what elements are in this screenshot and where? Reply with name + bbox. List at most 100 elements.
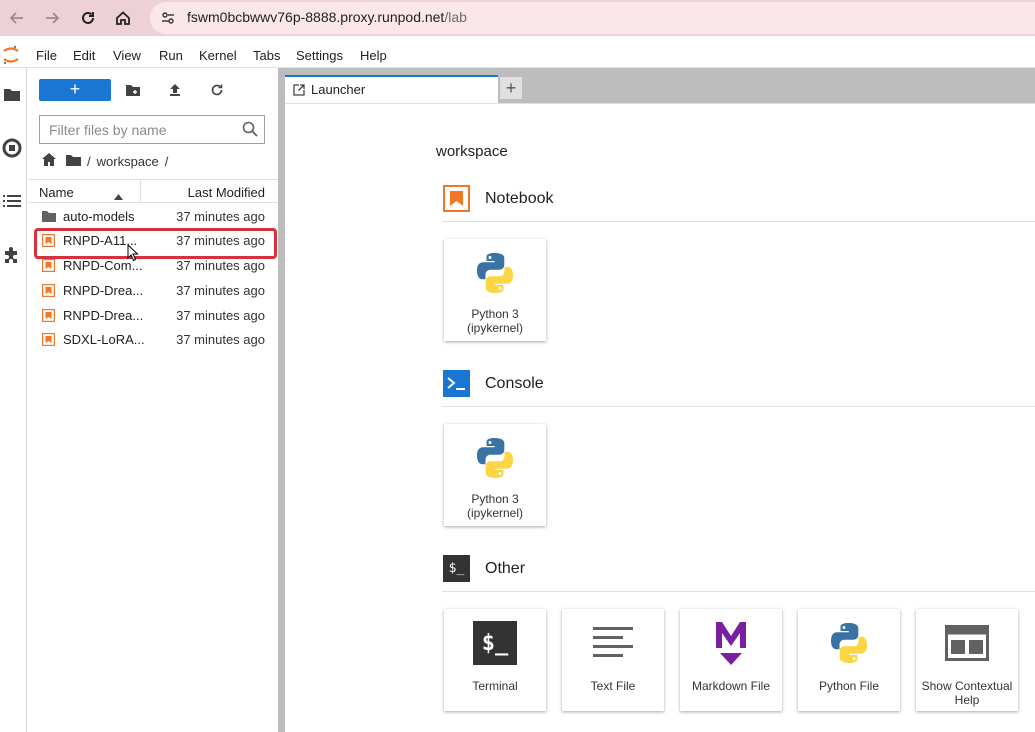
notebook-section-icon (443, 185, 470, 212)
markdown-file-card[interactable]: Markdown File (680, 609, 782, 711)
main-tab-bar: Launcher + (285, 68, 1035, 103)
terminal-section-icon: $_ (443, 555, 470, 582)
tab-launcher[interactable]: Launcher (285, 75, 498, 103)
add-tab-button[interactable]: + (500, 77, 522, 99)
markdown-icon (707, 619, 755, 667)
section-divider (442, 406, 1035, 407)
extensions-icon[interactable] (0, 243, 24, 267)
column-divider (140, 180, 141, 202)
file-row[interactable]: RNPD-Drea... 37 minutes ago (28, 278, 278, 302)
url-path: /lab (444, 9, 467, 25)
console-python3-card[interactable]: Python 3 (ipykernel) (444, 424, 546, 526)
menu-help[interactable]: Help (360, 48, 387, 63)
folder-icon (42, 210, 56, 223)
home-folder-icon[interactable] (42, 153, 56, 169)
file-row[interactable]: RNPD-Drea... 37 minutes ago (28, 303, 278, 327)
home-icon[interactable] (111, 6, 135, 30)
column-name-header[interactable]: Name (39, 185, 74, 200)
terminal-card[interactable]: $_ Terminal (444, 609, 546, 711)
file-name: SDXL-LoRA... (63, 332, 145, 347)
python-logo-icon (471, 434, 519, 482)
notebook-python3-card[interactable]: Python 3 (ipykernel) (444, 239, 546, 341)
menu-kernel[interactable]: Kernel (199, 48, 237, 63)
file-modified: 37 minutes ago (176, 332, 265, 347)
notebook-icon (41, 308, 56, 323)
jupyter-logo-icon (2, 44, 20, 71)
file-list-header: Name Last Modified (28, 179, 278, 203)
menu-tabs[interactable]: Tabs (253, 48, 280, 63)
card-label: Python 3 (471, 307, 519, 321)
file-modified: 37 minutes ago (176, 283, 265, 298)
breadcrumb-separator: / (164, 153, 169, 169)
launcher-icon (293, 83, 305, 101)
card-label: (ipykernel) (466, 321, 523, 335)
card-label: Terminal (472, 679, 518, 693)
python-file-card[interactable]: Python File (798, 609, 900, 711)
file-row[interactable]: SDXL-LoRA... 37 minutes ago (28, 327, 278, 351)
menu-bar: File Edit View Run Kernel Tabs Settings … (0, 42, 1035, 68)
file-modified: 37 minutes ago (176, 308, 265, 323)
card-label: Python 3 (471, 492, 519, 506)
running-sessions-icon[interactable] (0, 136, 24, 160)
search-icon (242, 121, 258, 142)
card-label: Markdown File (691, 679, 771, 693)
menu-settings[interactable]: Settings (296, 48, 343, 63)
reload-icon[interactable] (76, 6, 100, 30)
notebook-icon (41, 332, 56, 347)
menu-run[interactable]: Run (159, 48, 183, 63)
python-logo-icon (825, 619, 873, 667)
card-label: (ipykernel) (466, 506, 523, 520)
file-modified: 37 minutes ago (176, 258, 265, 273)
panel-splitter[interactable] (278, 68, 285, 732)
contextual-help-icon (943, 619, 991, 667)
forward-icon[interactable] (40, 6, 64, 30)
contextual-help-card[interactable]: Show Contextual Help (916, 609, 1018, 711)
notebook-icon (41, 283, 56, 298)
launcher-workspace-title: workspace (436, 143, 508, 160)
site-settings-icon[interactable] (156, 6, 180, 30)
file-name: auto-models (63, 209, 135, 224)
tab-label: Launcher (311, 82, 366, 97)
sort-ascending-icon[interactable] (114, 188, 123, 203)
breadcrumb-separator: / (87, 153, 91, 169)
url-host: fswm0bcbwwv76p-8888.proxy.runpod.net (187, 9, 445, 25)
card-label: Text File (590, 679, 636, 693)
terminal-icon: $_ (473, 621, 517, 665)
mouse-cursor-icon (127, 243, 139, 267)
column-modified-header[interactable]: Last Modified (188, 185, 265, 200)
notebook-icon (41, 258, 56, 273)
card-label: Python File (818, 679, 880, 693)
card-label: Show Contextual (921, 679, 1013, 693)
text-file-icon (589, 619, 637, 667)
back-icon[interactable] (5, 6, 29, 30)
url-text[interactable]: fswm0bcbwwv76p-8888.proxy.runpod.net/lab (187, 9, 467, 25)
section-divider (442, 221, 1035, 222)
refresh-icon[interactable] (207, 80, 227, 100)
section-title-other: Other (485, 560, 526, 577)
file-modified: 37 minutes ago (176, 209, 265, 224)
new-launcher-button[interactable]: + (39, 79, 111, 101)
filter-files-field[interactable] (39, 115, 265, 144)
launcher-panel: workspace Notebook Python 3 (ipykernel) … (285, 103, 1035, 732)
text-file-card[interactable]: Text File (562, 609, 664, 711)
breadcrumb-workspace[interactable]: workspace (97, 154, 159, 169)
card-label: Help (954, 693, 980, 707)
selection-highlight (34, 228, 277, 259)
file-row[interactable]: auto-models 37 minutes ago (28, 204, 278, 228)
python-logo-icon (471, 249, 519, 297)
new-folder-icon[interactable] (123, 80, 143, 100)
menu-edit[interactable]: Edit (73, 48, 95, 63)
filter-files-input[interactable] (40, 116, 230, 143)
file-name: RNPD-Drea... (63, 283, 144, 298)
folder-icon[interactable] (0, 82, 24, 106)
section-title-notebook: Notebook (485, 190, 554, 207)
upload-icon[interactable] (165, 80, 185, 100)
menu-view[interactable]: View (113, 48, 141, 63)
folder-icon[interactable] (66, 154, 81, 169)
console-section-icon (443, 370, 470, 397)
table-of-contents-icon[interactable] (0, 189, 24, 213)
section-divider (442, 591, 1035, 592)
file-name: RNPD-Drea... (63, 308, 144, 323)
browser-toolbar: fswm0bcbwwv76p-8888.proxy.runpod.net/lab (0, 0, 1035, 36)
menu-file[interactable]: File (36, 48, 57, 63)
